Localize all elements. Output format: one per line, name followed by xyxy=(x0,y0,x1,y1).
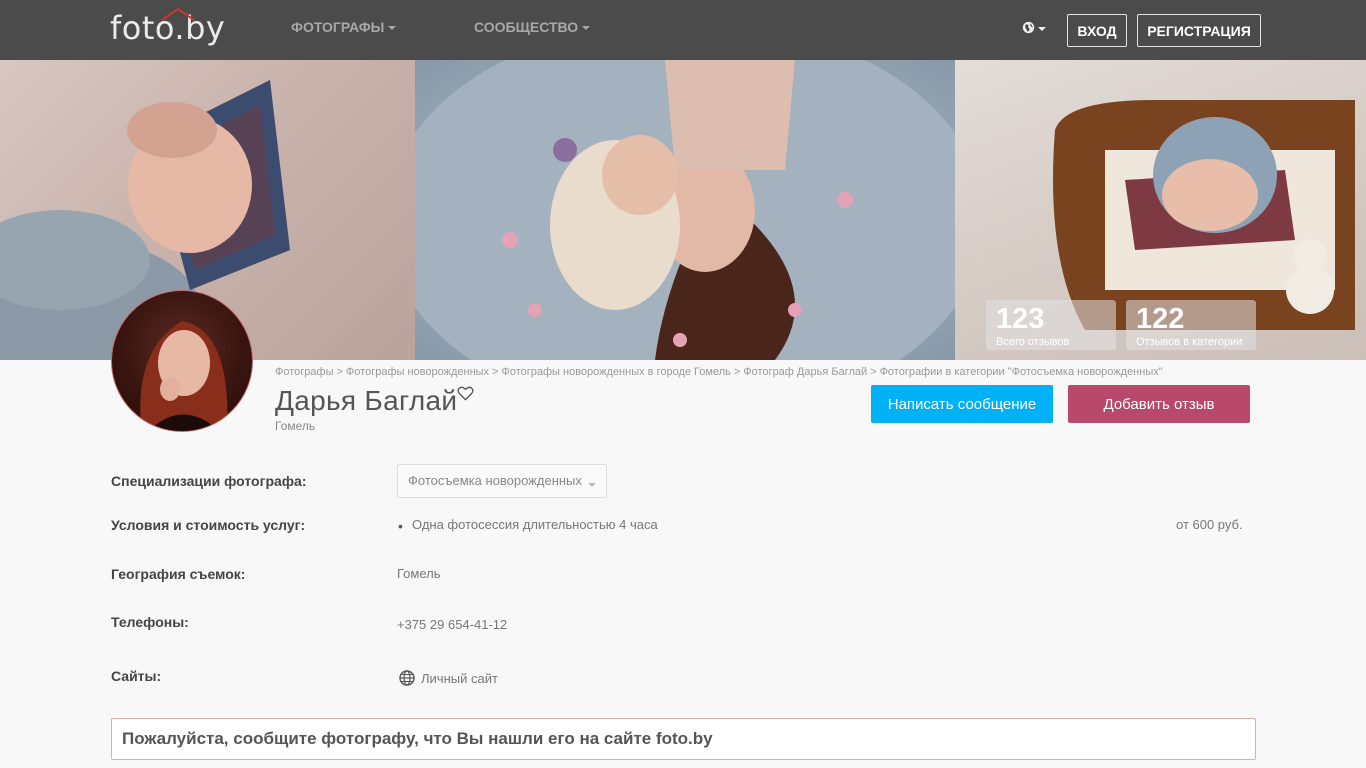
category-reviews-count: 122 xyxy=(1136,303,1185,335)
breadcrumb-separator: > xyxy=(733,366,741,378)
site-logo[interactable]: foto.by xyxy=(110,7,225,48)
total-reviews-label: Всего отзывов xyxy=(996,336,1070,348)
avatar-photo xyxy=(140,321,228,431)
mother-newborn-photo xyxy=(385,60,985,360)
nav-photographers-label: Фотографы xyxy=(291,19,385,35)
bullet-icon: • xyxy=(398,518,403,534)
breadcrumb-current: Фотографии в категории "Фотосъемка новор… xyxy=(879,366,1163,378)
language-selector[interactable] xyxy=(1022,21,1046,34)
service-price: от 600 руб. xyxy=(1176,517,1243,532)
chevron-down-icon xyxy=(388,26,397,30)
total-reviews-stat[interactable]: 123 Всего отзывов xyxy=(986,300,1116,350)
chevron-down-icon xyxy=(588,483,596,487)
sites-label: Сайты: xyxy=(111,668,162,684)
nav-photographers[interactable]: Фотографы xyxy=(291,19,397,35)
specialization-select[interactable]: Фотосъемка новорожденных xyxy=(397,464,607,498)
breadcrumb-separator: > xyxy=(336,366,343,378)
notice-banner: Пожалуйста, сообщите фотографу, что Вы н… xyxy=(111,718,1256,760)
nav-community[interactable]: Сообщество xyxy=(474,19,591,35)
category-reviews-stat[interactable]: 122 Отзывов в категории xyxy=(1126,300,1256,350)
avatar[interactable] xyxy=(111,290,253,432)
register-button[interactable]: Регистрация xyxy=(1137,14,1261,47)
profile-name-row: Дарья Баглай xyxy=(275,384,474,418)
chevron-down-icon xyxy=(582,26,591,30)
chevron-down-icon xyxy=(1038,26,1046,31)
breadcrumb-link-newborn-photographers[interactable]: Фотографы новорожденных xyxy=(346,366,489,378)
globe-icon xyxy=(399,670,415,686)
login-button[interactable]: Вход xyxy=(1067,14,1127,47)
breadcrumb-link-photographers[interactable]: Фотографы xyxy=(275,366,333,378)
service-item: Одна фотосессия длительностью 4 часа xyxy=(412,517,658,532)
add-review-button[interactable]: Добавить отзыв xyxy=(1068,385,1250,423)
profile-city: Гомель xyxy=(275,419,316,433)
write-message-button[interactable]: Написать сообщение xyxy=(871,385,1053,423)
breadcrumb-separator: > xyxy=(870,366,877,378)
heart-icon[interactable] xyxy=(457,386,474,401)
personal-site-label: Личный сайт xyxy=(421,670,498,686)
logo-roof-icon xyxy=(161,7,195,21)
cover-photo-2[interactable] xyxy=(385,60,985,360)
nav-community-label: Сообщество xyxy=(474,19,579,35)
page-title: Дарья Баглай xyxy=(275,385,458,416)
personal-site-link[interactable]: Личный сайт xyxy=(399,670,498,686)
services-label: Условия и стоимость услуг: xyxy=(111,517,306,533)
total-reviews-count: 123 xyxy=(996,303,1045,335)
breadcrumb: Фотографы > Фотографы новорожденных > Фотогр… xyxy=(275,366,1163,378)
top-navbar: foto.by Фотографы Сообщество Вход Регист… xyxy=(0,0,1366,60)
specialization-label: Специализации фотографа: xyxy=(111,473,307,489)
category-reviews-label: Отзывов в категории xyxy=(1136,336,1243,348)
breadcrumb-link-city[interactable]: Фотографы новорожденных в городе Гомель xyxy=(501,366,730,378)
breadcrumb-separator: > xyxy=(492,366,499,378)
globe-icon xyxy=(1022,21,1035,34)
phones-label: Телефоны: xyxy=(111,614,189,630)
specialization-selected-value: Фотосъемка новорожденных xyxy=(408,473,582,488)
geography-value: Гомель xyxy=(397,566,441,581)
phone-value[interactable]: +375 29 654-41-12 xyxy=(397,617,507,632)
geography-label: География съемок: xyxy=(111,566,246,582)
breadcrumb-link-photographer[interactable]: Фотограф Дарья Баглай xyxy=(743,366,867,378)
